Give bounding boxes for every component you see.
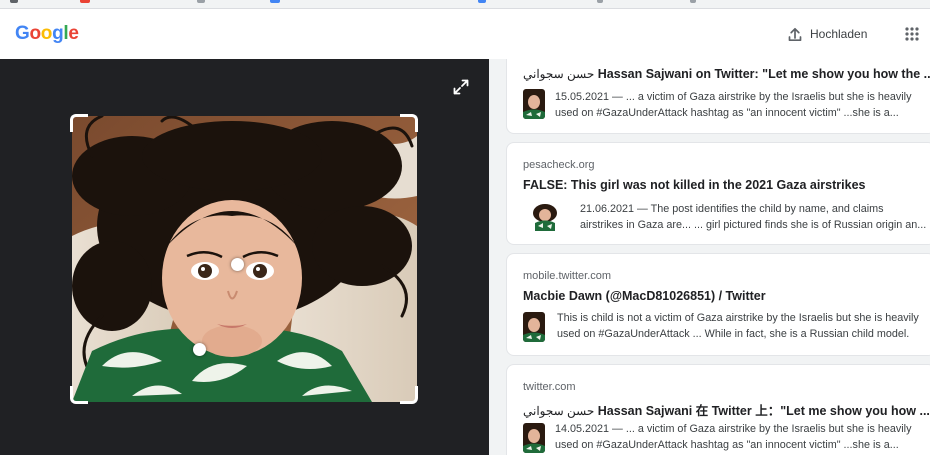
result-snippet-line: used on #GazaUnderAttack hashtag as "an … [555, 439, 899, 451]
result-title-main: Macbie Dawn (@MacD81026851) / Twitter [523, 289, 766, 303]
result-snippet-line: — ... a victim of Gaza airstrike by the … [609, 423, 912, 435]
result-title[interactable]: حسن سجواني Hassan Sajwani 在 Twitter 上："L… [523, 400, 930, 419]
apps-grid-icon [905, 27, 919, 41]
tab-indicator [270, 0, 280, 3]
result-snippet: 21.06.2021 — The post identifies the chi… [580, 201, 884, 217]
lens-header: Google Hochladen [0, 9, 930, 59]
result-card[interactable]: pesacheck.org FALSE: This girl was not k… [506, 142, 930, 245]
search-image[interactable] [72, 116, 417, 402]
result-source: pesacheck.org [523, 159, 595, 171]
result-source: mobile.twitter.com [523, 270, 612, 282]
photo-girl-icon [72, 116, 417, 402]
tab-indicator [197, 0, 205, 3]
result-title-main: Hassan Sajwani on Twitter: "Let me show … [597, 67, 930, 81]
result-title[interactable]: Macbie Dawn (@MacD81026851) / Twitter [523, 289, 766, 303]
result-thumbnail [523, 312, 545, 342]
crop-corner-icon[interactable] [400, 386, 418, 404]
logo-letter: g [52, 23, 64, 44]
crop-corner-icon[interactable] [400, 114, 418, 132]
result-thumbnail [523, 423, 545, 453]
photo-girl-icon [523, 423, 545, 453]
tab-indicator [10, 0, 18, 3]
result-snippet-line: airstrikes in Gaza are... ... girl pictu… [580, 219, 927, 231]
logo-letter: o [40, 23, 53, 44]
google-logo[interactable]: Google [15, 23, 79, 45]
logo-letter: e [68, 23, 79, 44]
result-snippet-line: This is child is not a victim of Gaza ai… [557, 312, 919, 324]
expand-icon [453, 79, 469, 95]
result-snippet: 14.05.2021 — ... a victim of Gaza airstr… [555, 421, 911, 437]
tab-indicator [597, 0, 603, 3]
tab-indicator [690, 0, 696, 3]
logo-letter: G [15, 23, 30, 44]
tab-indicator [80, 0, 90, 3]
crop-corner-icon[interactable] [70, 114, 88, 132]
focus-dot-icon[interactable] [231, 258, 244, 271]
crop-corner-icon[interactable] [70, 386, 88, 404]
result-thumbnail [531, 201, 559, 231]
result-snippet-line: used on #GazaUnderAttack ... While in fa… [557, 328, 910, 340]
photo-girl-icon [531, 201, 559, 231]
focus-dot-icon[interactable] [193, 343, 206, 356]
result-source: twitter.com [523, 381, 576, 393]
tab-indicator [478, 0, 486, 3]
result-snippet-line: used on #GazaUnderAttack hashtag as "an … [555, 107, 899, 119]
upload-button[interactable]: Hochladen [788, 22, 867, 46]
result-title-main: FALSE: This girl was not killed in the 2… [523, 178, 866, 192]
result-date: 14.05.2021 [555, 423, 610, 435]
result-thumbnail [523, 89, 545, 119]
result-snippet-line: — ... a victim of Gaza airstrike by the … [609, 91, 912, 103]
results-panel: حسن سجواني Hassan Sajwani on Twitter: "L… [489, 59, 930, 455]
photo-girl-icon [523, 89, 545, 119]
result-snippet: 15.05.2021 — ... a victim of Gaza airstr… [555, 89, 911, 105]
result-title[interactable]: حسن سجواني Hassan Sajwani on Twitter: "L… [523, 67, 930, 81]
photo-girl-icon [523, 312, 545, 342]
result-date: 15.05.2021 [555, 91, 610, 103]
upload-icon [788, 27, 802, 41]
logo-letter: o [29, 23, 41, 44]
expand-button[interactable] [452, 78, 470, 96]
browser-tab-strip [0, 0, 930, 9]
result-title-main: Hassan Sajwani 在 Twitter 上："Let me show … [597, 404, 930, 418]
result-date: 21.06.2021 [580, 203, 635, 215]
result-title[interactable]: FALSE: This girl was not killed in the 2… [523, 178, 865, 192]
upload-label: Hochladen [810, 27, 868, 41]
result-card[interactable]: حسن سجواني Hassan Sajwani on Twitter: "L… [506, 59, 930, 134]
apps-grid-button[interactable] [905, 27, 919, 41]
result-title-arabic: حسن سجواني [523, 404, 595, 418]
result-title-arabic: حسن سجواني [523, 67, 595, 81]
result-card[interactable]: mobile.twitter.com Macbie Dawn (@MacD810… [506, 253, 930, 356]
result-card[interactable]: twitter.com حسن سجواني Hassan Sajwani 在 … [506, 364, 930, 455]
result-snippet-line: — The post identifies the child by name,… [634, 203, 884, 215]
